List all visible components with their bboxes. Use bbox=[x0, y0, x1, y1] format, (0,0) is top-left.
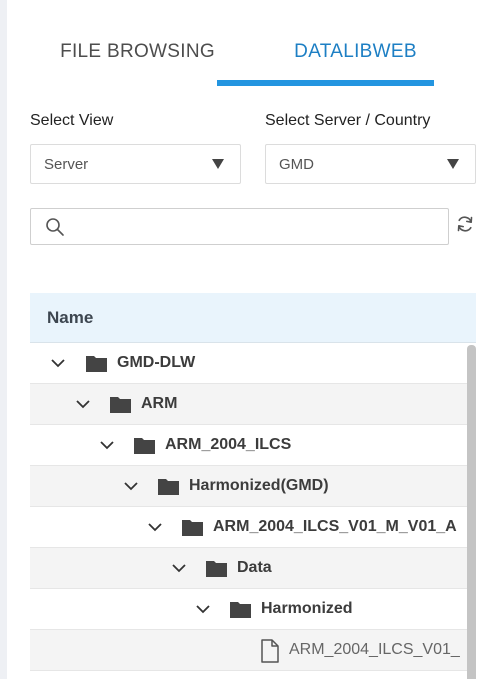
tree-row[interactable]: ARM bbox=[30, 384, 467, 425]
tree-row-label: ARM bbox=[141, 395, 178, 412]
chevron-down-icon[interactable] bbox=[50, 355, 66, 371]
tree-row-label: GMD-DLW bbox=[117, 354, 196, 371]
tree-row-label: ARM_2004_ILCS_V01_ bbox=[289, 641, 460, 658]
chevron-down-icon[interactable] bbox=[123, 478, 139, 494]
tree-row-label: ARM_2004_ILCS bbox=[165, 436, 292, 453]
chevron-down-icon[interactable] bbox=[75, 396, 91, 412]
select-view-dropdown[interactable]: Server bbox=[30, 144, 241, 184]
caret-down-icon bbox=[212, 159, 224, 169]
column-header-name[interactable]: Name bbox=[30, 293, 476, 343]
file-tree: GMD-DLW ARM ARM_2004_ILCS Harmonized(GMD… bbox=[30, 343, 467, 679]
chevron-down-icon[interactable] bbox=[171, 560, 187, 576]
folder-icon bbox=[110, 397, 131, 413]
search-icon bbox=[46, 218, 64, 236]
tree-row[interactable]: ARM_2004_ILCS bbox=[30, 425, 467, 466]
folder-icon bbox=[182, 520, 203, 536]
caret-down-icon bbox=[447, 159, 459, 169]
tree-row[interactable]: ARM_2004_ILCS_V01_ bbox=[30, 630, 467, 671]
column-header-label: Name bbox=[47, 307, 94, 327]
tree-row-label: Harmonized bbox=[261, 600, 353, 617]
folder-icon bbox=[230, 602, 251, 618]
tree-row[interactable]: Data bbox=[30, 548, 467, 589]
tree-row[interactable]: Harmonized bbox=[30, 589, 467, 630]
chevron-down-icon[interactable] bbox=[147, 519, 163, 535]
tab-bar: FILE BROWSING DATALIBWEB bbox=[30, 26, 464, 88]
active-tab-indicator bbox=[217, 80, 434, 86]
tree-row[interactable]: GMD-DLW bbox=[30, 343, 467, 384]
select-view-value: Server bbox=[44, 155, 89, 173]
chevron-down-icon[interactable] bbox=[99, 437, 115, 453]
select-view-label: Select View bbox=[30, 112, 114, 129]
tree-row[interactable]: ARM_2004_ILCS_V01_M_V01_A bbox=[30, 507, 467, 548]
folder-icon bbox=[206, 561, 227, 577]
folder-icon bbox=[134, 438, 155, 454]
tree-row-label: ARM_2004_ILCS_V01_M_V01_A bbox=[213, 518, 457, 535]
select-server-label: Select Server / Country bbox=[265, 112, 431, 129]
tree-row[interactable]: Harmonized(GMD) bbox=[30, 466, 467, 507]
refresh-icon[interactable] bbox=[455, 214, 475, 234]
folder-icon bbox=[158, 479, 179, 495]
select-server-value: GMD bbox=[279, 155, 314, 173]
left-edge-strip bbox=[0, 0, 7, 679]
scrollbar-thumb[interactable] bbox=[467, 345, 476, 679]
chevron-down-icon[interactable] bbox=[195, 601, 211, 617]
file-icon bbox=[261, 639, 279, 663]
folder-icon bbox=[86, 356, 107, 372]
select-server-dropdown[interactable]: GMD bbox=[265, 144, 476, 184]
tab-file-browsing[interactable]: FILE BROWSING bbox=[30, 26, 245, 88]
tree-row-label: Harmonized(GMD) bbox=[189, 477, 329, 494]
tree-row-label: Data bbox=[237, 559, 272, 576]
tab-datalibweb[interactable]: DATALIBWEB bbox=[247, 26, 464, 88]
search-input[interactable] bbox=[30, 208, 449, 245]
